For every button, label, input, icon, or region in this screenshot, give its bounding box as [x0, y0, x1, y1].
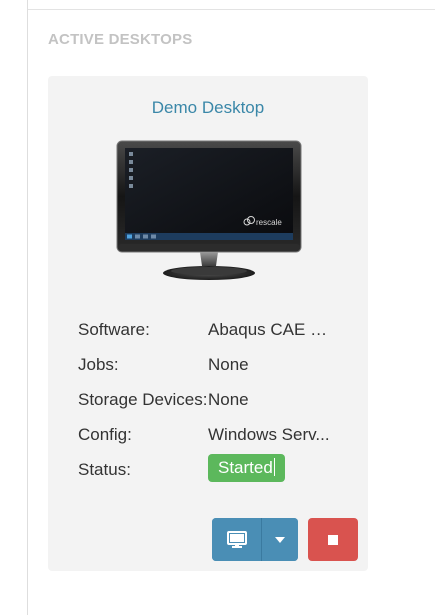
status-value: Started — [218, 458, 273, 477]
storage-devices-value: None — [208, 390, 249, 409]
svg-text:rescale: rescale — [256, 218, 282, 227]
jobs-row: Jobs: None — [78, 355, 358, 390]
connect-desktop-button[interactable] — [212, 518, 261, 561]
top-divider — [28, 0, 435, 10]
config-value: Windows Serv... — [208, 425, 330, 444]
stop-desktop-button[interactable] — [308, 518, 358, 561]
caret-down-icon — [275, 536, 285, 543]
software-label: Software: — [78, 320, 150, 339]
desktop-card: Demo Desktop rescale Software: Abaqus CA… — [48, 76, 368, 571]
page: ACTIVE DESKTOPS Demo Desktop rescale Sof… — [0, 0, 435, 615]
stop-icon — [328, 534, 338, 545]
status-row: Status: Started — [78, 454, 358, 495]
status-label: Status: — [78, 460, 131, 479]
desktop-title[interactable]: Demo Desktop — [48, 98, 368, 118]
text-cursor — [273, 458, 275, 476]
jobs-value: None — [208, 355, 249, 374]
status-badge: Started — [208, 454, 285, 482]
desktop-details: Software: Abaqus CAE GUI Jobs: None Stor… — [78, 320, 358, 495]
section-title: ACTIVE DESKTOPS — [48, 31, 193, 48]
desktop-monitor-image: rescale — [116, 140, 302, 280]
jobs-label: Jobs: — [78, 355, 119, 374]
software-value: Abaqus CAE GUI — [208, 320, 340, 339]
connect-options-dropdown-button[interactable] — [262, 518, 298, 561]
desktop-icon — [226, 530, 247, 548]
config-label: Config: — [78, 425, 132, 444]
storage-devices-row: Storage Devices: None — [78, 390, 358, 425]
connect-button-group — [212, 518, 298, 561]
storage-devices-label: Storage Devices: — [78, 390, 208, 409]
content-left-border — [27, 0, 28, 615]
software-row: Software: Abaqus CAE GUI — [78, 320, 358, 355]
